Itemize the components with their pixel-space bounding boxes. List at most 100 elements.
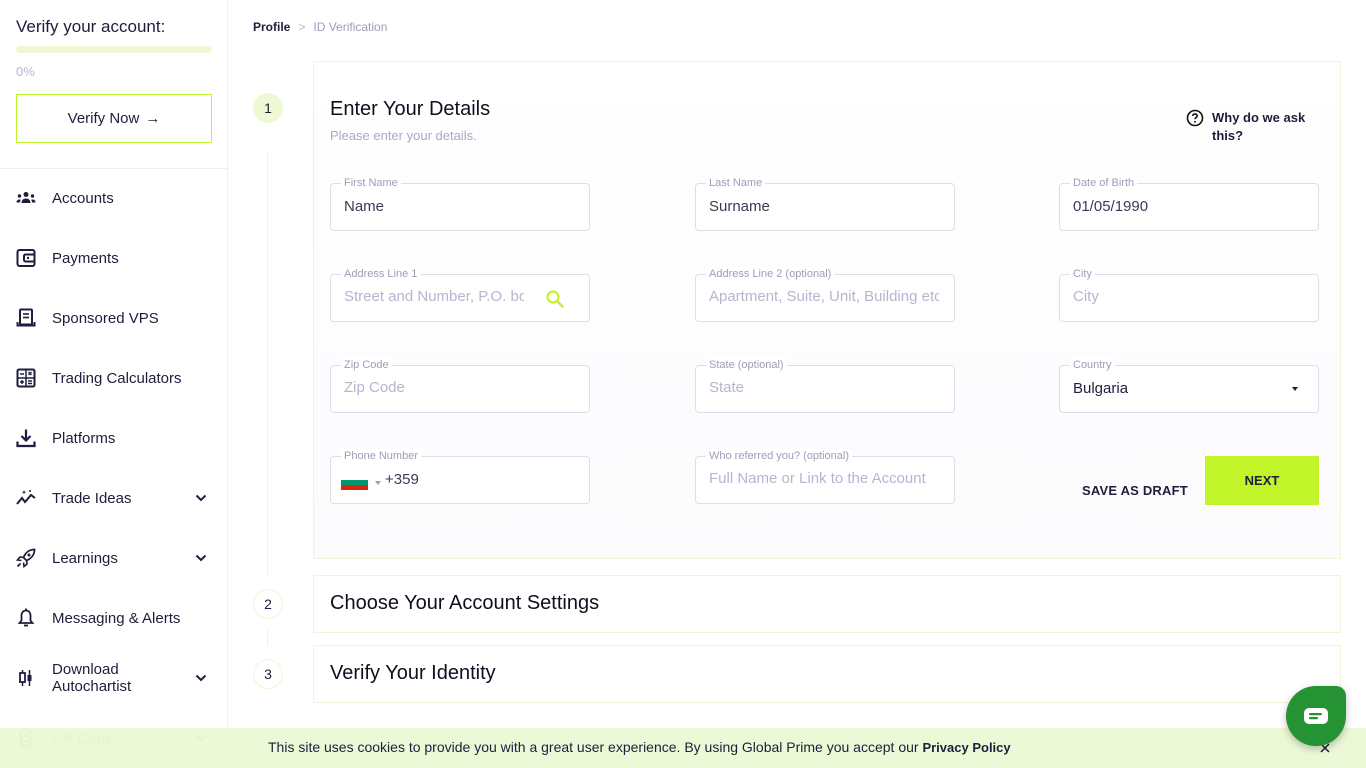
sidebar-item-label: Sponsored VPS bbox=[52, 309, 159, 327]
step-connector bbox=[267, 152, 268, 576]
sidebar-item-label: Accounts bbox=[52, 189, 114, 207]
chevron-down-icon[interactable] bbox=[194, 551, 208, 565]
breadcrumb-profile-link[interactable]: Profile bbox=[253, 20, 290, 34]
city-field[interactable]: City bbox=[1059, 267, 1319, 322]
sidebar: Verify your account: 0% Verify Now → Acc… bbox=[0, 0, 228, 768]
step-3-title: Verify Your Identity bbox=[330, 662, 496, 684]
verify-now-button[interactable]: Verify Now → bbox=[16, 94, 212, 143]
bulgaria-flag-icon[interactable] bbox=[341, 475, 368, 490]
verify-account-title: Verify your account: bbox=[16, 17, 166, 36]
date-of-birth-label: Date of Birth bbox=[1070, 176, 1138, 190]
address-line-1-label: Address Line 1 bbox=[341, 267, 421, 281]
step-1-indicator: 1 bbox=[253, 93, 283, 123]
phone-number-label: Phone Number bbox=[341, 449, 421, 463]
city-input[interactable] bbox=[1073, 288, 1303, 305]
sidebar-item-accounts[interactable]: Accounts bbox=[0, 178, 228, 218]
breadcrumb-separator-icon: > bbox=[298, 20, 306, 34]
server-icon bbox=[16, 308, 36, 328]
step-connector bbox=[267, 630, 268, 646]
users-icon bbox=[16, 188, 36, 208]
sidebar-item-trade-ideas[interactable]: Trade Ideas bbox=[0, 478, 228, 518]
zip-code-label: Zip Code bbox=[341, 358, 392, 372]
cookie-banner: This site uses cookies to provide you wi… bbox=[0, 728, 1366, 768]
sidebar-item-label: Messaging & Alerts bbox=[52, 609, 181, 627]
sidebar-item-payments[interactable]: Payments bbox=[0, 238, 228, 278]
sidebar-item-platforms[interactable]: Platforms bbox=[0, 418, 228, 458]
sidebar-item-label: Trading Calculators bbox=[52, 369, 182, 387]
step-2-panel[interactable]: Choose Your Account Settings bbox=[313, 575, 1341, 633]
address-line-2-label: Address Line 2 (optional) bbox=[706, 267, 835, 281]
breadcrumb: Profile > ID Verification bbox=[253, 20, 387, 34]
city-label: City bbox=[1070, 267, 1095, 281]
why-do-we-ask-link[interactable]: Why do we ask this? bbox=[1186, 109, 1322, 145]
step-2-title: Choose Your Account Settings bbox=[330, 592, 600, 614]
sidebar-item-trading-calculators[interactable]: Trading Calculators bbox=[0, 358, 228, 398]
step-1-panel: Enter Your Details Please enter your det… bbox=[313, 61, 1341, 559]
first-name-value: Name bbox=[344, 198, 385, 215]
zip-code-input[interactable] bbox=[344, 379, 574, 396]
step-3-indicator: 3 bbox=[253, 659, 283, 689]
why-do-we-ask-label: Why do we ask this? bbox=[1212, 110, 1306, 143]
sparkle-chart-icon bbox=[16, 488, 36, 508]
first-name-field[interactable]: First Name Name bbox=[330, 176, 590, 231]
state-input[interactable] bbox=[709, 379, 939, 396]
sidebar-divider bbox=[0, 168, 228, 169]
chevron-down-icon[interactable] bbox=[194, 671, 208, 685]
address-line-1-field[interactable]: Address Line 1 bbox=[330, 267, 590, 322]
cookie-text: This site uses cookies to provide you wi… bbox=[268, 739, 923, 755]
rocket-icon bbox=[16, 548, 36, 568]
wallet-icon bbox=[16, 248, 36, 268]
step-3-panel[interactable]: Verify Your Identity bbox=[313, 645, 1341, 703]
sidebar-item-label: Trade Ideas bbox=[52, 489, 132, 507]
progress-percent: 0% bbox=[16, 64, 35, 79]
chevron-down-icon[interactable] bbox=[194, 491, 208, 505]
caret-down-icon bbox=[1292, 387, 1298, 391]
verify-now-label: Verify Now bbox=[67, 110, 140, 127]
bell-icon bbox=[16, 608, 36, 628]
sidebar-item-label: Learnings bbox=[52, 549, 118, 567]
referral-input[interactable] bbox=[709, 470, 939, 487]
step-1-title: Enter Your Details bbox=[330, 98, 491, 120]
sidebar-item-sponsored-vps[interactable]: Sponsored VPS bbox=[0, 298, 228, 338]
sidebar-item-label: Download Autochartist bbox=[52, 661, 132, 695]
last-name-value: Surname bbox=[709, 198, 770, 215]
address-line-1-input[interactable] bbox=[344, 288, 524, 305]
zip-code-field[interactable]: Zip Code bbox=[330, 358, 590, 413]
sidebar-item-label: Platforms bbox=[52, 429, 116, 447]
first-name-label: First Name bbox=[341, 176, 401, 190]
address-line-2-field[interactable]: Address Line 2 (optional) bbox=[695, 267, 955, 322]
phone-country-code: +359 bbox=[385, 471, 419, 488]
address-line-2-input[interactable] bbox=[709, 288, 939, 305]
last-name-field[interactable]: Last Name Surname bbox=[695, 176, 955, 231]
arrow-right-icon: → bbox=[145, 110, 161, 127]
sidebar-item-messaging-alerts[interactable]: Messaging & Alerts bbox=[0, 598, 228, 638]
referral-field[interactable]: Who referred you? (optional) bbox=[695, 449, 955, 504]
sidebar-item-download-autochartist[interactable]: Download Autochartist bbox=[0, 658, 228, 698]
breadcrumb-current: ID Verification bbox=[313, 20, 388, 34]
phone-number-field[interactable]: Phone Number +359 bbox=[330, 449, 590, 504]
sidebar-item-learnings[interactable]: Learnings bbox=[0, 538, 228, 578]
country-value: Bulgaria bbox=[1073, 380, 1129, 397]
country-select[interactable]: Country Bulgaria bbox=[1059, 358, 1319, 413]
chat-bubble-icon bbox=[1304, 708, 1328, 724]
help-circle-icon bbox=[1186, 109, 1204, 127]
search-icon[interactable] bbox=[545, 289, 565, 314]
chat-button[interactable] bbox=[1286, 686, 1346, 746]
referral-label: Who referred you? (optional) bbox=[706, 449, 853, 463]
verification-progress-bar bbox=[16, 46, 212, 53]
date-of-birth-field[interactable]: Date of Birth 01/05/1990 bbox=[1059, 176, 1319, 231]
next-button[interactable]: NEXT bbox=[1205, 456, 1319, 505]
step-1-subtitle: Please enter your details. bbox=[330, 128, 477, 143]
cookie-message: This site uses cookies to provide you wi… bbox=[268, 739, 1011, 755]
privacy-policy-link[interactable]: Privacy Policy bbox=[922, 740, 1010, 755]
state-label: State (optional) bbox=[706, 358, 787, 372]
date-of-birth-value: 01/05/1990 bbox=[1073, 198, 1149, 215]
state-field[interactable]: State (optional) bbox=[695, 358, 955, 413]
caret-down-icon[interactable] bbox=[375, 481, 381, 485]
sidebar-item-label: Payments bbox=[52, 249, 119, 267]
step-2-indicator: 2 bbox=[253, 589, 283, 619]
save-as-draft-button[interactable]: SAVE AS DRAFT bbox=[1082, 466, 1188, 514]
last-name-label: Last Name bbox=[706, 176, 766, 190]
candlestick-icon bbox=[16, 668, 36, 688]
download-icon bbox=[16, 428, 36, 448]
